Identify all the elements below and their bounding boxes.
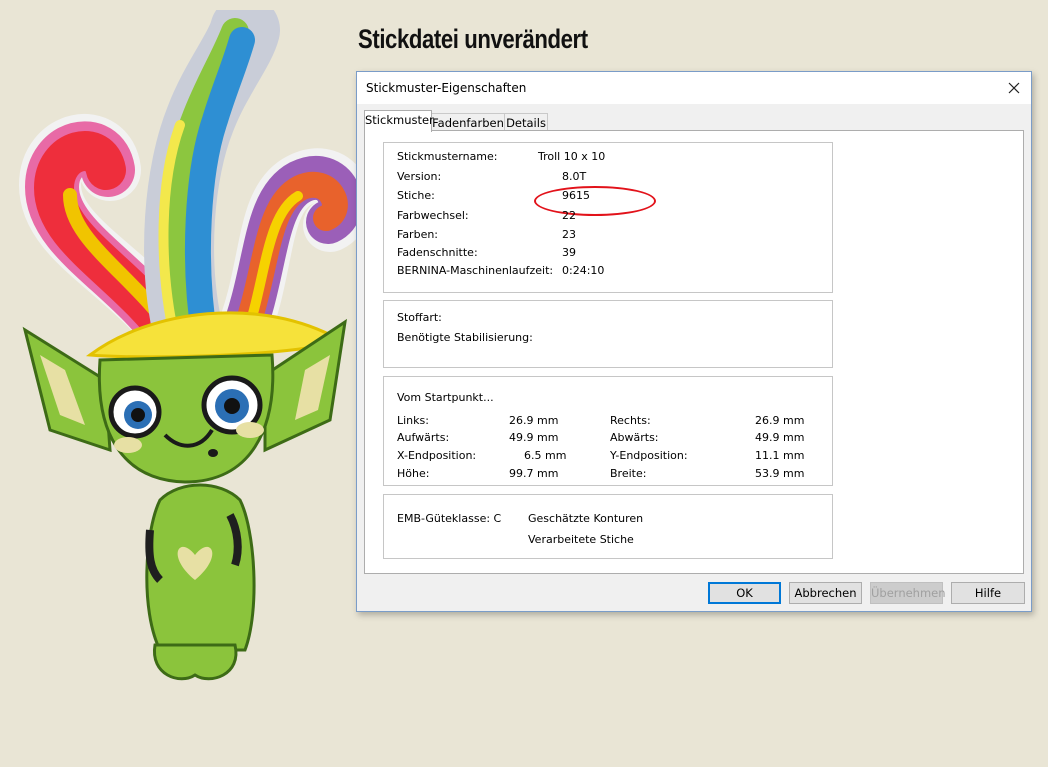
cancel-button[interactable]: Abbrechen: [789, 582, 862, 604]
info-value: 0:24:10: [562, 264, 605, 277]
apply-button[interactable]: Übernehmen: [870, 582, 946, 604]
dim-label: Breite:: [610, 467, 647, 480]
ok-button[interactable]: OK: [708, 582, 781, 604]
highlight-ring: [534, 186, 656, 216]
dim-value: 26.9 mm: [755, 414, 805, 427]
dim-label: Links:: [397, 414, 429, 427]
dim-value: 11.1 mm: [755, 449, 805, 462]
info-label: Farbwechsel:: [397, 209, 469, 222]
stabilizer-label: Benötigte Stabilisierung:: [397, 331, 533, 344]
dim-label: Y-Endposition:: [610, 449, 688, 462]
dim-label: Höhe:: [397, 467, 430, 480]
tab-stickmuster[interactable]: Stickmuster: [364, 110, 434, 132]
dim-label: X-Endposition:: [397, 449, 477, 462]
info-value: 39: [562, 246, 576, 259]
dim-value: 49.9 mm: [509, 431, 559, 444]
info-label: Fadenschnitte:: [397, 246, 478, 259]
info-label: BERNINA-Maschinenlaufzeit:: [397, 264, 554, 277]
dim-value: 99.7 mm: [509, 467, 559, 480]
close-icon[interactable]: [1003, 77, 1025, 99]
info-value: Troll 10 x 10: [538, 150, 606, 163]
info-group: Stickmustername: Troll 10 x 10 Version: …: [383, 142, 833, 293]
info-label: Version:: [397, 170, 442, 183]
start-header: Vom Startpunkt...: [397, 391, 494, 404]
dim-value: 49.9 mm: [755, 431, 805, 444]
info-label: Farben:: [397, 228, 439, 241]
tab-panel: Stickmustername: Troll 10 x 10 Version: …: [364, 130, 1024, 574]
info-label: Stiche:: [397, 189, 435, 202]
dim-label: Abwärts:: [610, 431, 659, 444]
page-heading: Stickdatei unverändert: [358, 24, 588, 54]
dim-label: Rechts:: [610, 414, 651, 427]
processed-stitches: Verarbeitete Stiche: [528, 533, 634, 546]
dim-value: 53.9 mm: [755, 467, 805, 480]
dim-value: 26.9 mm: [509, 414, 559, 427]
quality-group: EMB-Güteklasse: C Geschätzte Konturen Ve…: [383, 494, 833, 559]
fabric-label: Stoffart:: [397, 311, 442, 324]
embroidery-troll-image: [18, 10, 365, 681]
info-value: 8.0T: [562, 170, 587, 183]
info-value: 22: [562, 209, 576, 222]
dialog-title: Stickmuster-Eigenschaften: [366, 81, 527, 95]
quality-class: EMB-Güteklasse: C: [397, 512, 502, 525]
fabric-group: Stoffart: Benötigte Stabilisierung:: [383, 300, 833, 368]
properties-dialog: Stickmuster-Eigenschaften Stickmuster Fa…: [356, 71, 1032, 612]
start-point-group: Vom Startpunkt... Links: 26.9 mm Rechts:…: [383, 376, 833, 486]
help-button[interactable]: Hilfe: [951, 582, 1025, 604]
dialog-titlebar: Stickmuster-Eigenschaften: [357, 72, 1031, 104]
dim-label: Aufwärts:: [397, 431, 450, 444]
estimated-contours: Geschätzte Konturen: [528, 512, 644, 525]
info-label: Stickmustername:: [397, 150, 498, 163]
info-value: 23: [562, 228, 576, 241]
dim-value: 6.5 mm: [524, 449, 567, 462]
